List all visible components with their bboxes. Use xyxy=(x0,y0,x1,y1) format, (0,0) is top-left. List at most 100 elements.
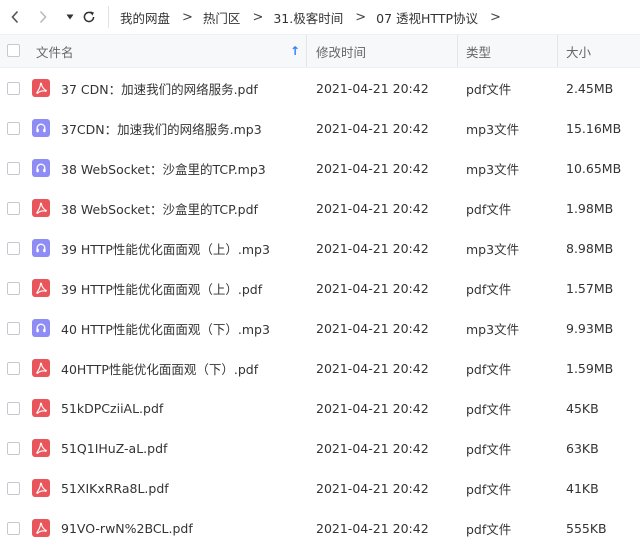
refresh-button[interactable] xyxy=(80,8,98,26)
file-list-header: 文件名 ↑ 修改时间 类型 大小 xyxy=(0,34,640,68)
audio-file-icon xyxy=(32,239,50,257)
file-modified-time: 2021-04-21 20:42 xyxy=(316,120,429,136)
column-divider[interactable] xyxy=(306,35,307,67)
row-checkbox[interactable] xyxy=(7,242,20,255)
forward-button[interactable] xyxy=(34,8,52,26)
column-header-modified[interactable]: 修改时间 xyxy=(316,35,366,67)
pdf-file-icon xyxy=(32,79,50,97)
file-modified-time: 2021-04-21 20:42 xyxy=(316,320,429,336)
breadcrumb-separator: > xyxy=(252,9,264,25)
file-modified-time: 2021-04-21 20:42 xyxy=(316,400,429,416)
row-checkbox[interactable] xyxy=(7,482,20,495)
file-name[interactable]: 40 HTTP性能优化面面观（下）.mp3 xyxy=(61,308,270,348)
file-name[interactable]: 51Q1IHuZ-aL.pdf xyxy=(61,428,167,468)
file-row[interactable]: 38 WebSocket：沙盒里的TCP.pdf 2021-04-21 20:4… xyxy=(0,188,640,228)
pdf-glyph-icon xyxy=(36,202,47,214)
file-size: 8.98MB xyxy=(566,240,614,256)
headphones-icon xyxy=(36,123,46,133)
file-size: 10.65MB xyxy=(566,160,622,176)
audio-file-icon xyxy=(32,319,50,337)
column-header-type[interactable]: 类型 xyxy=(466,35,491,67)
audio-file-icon xyxy=(32,119,50,137)
file-row[interactable]: 39 HTTP性能优化面面观（上）.mp3 2021-04-21 20:42 m… xyxy=(0,228,640,268)
select-all-checkbox[interactable] xyxy=(7,44,20,57)
toolbar-divider xyxy=(108,6,109,28)
toolbar: 我的网盘 > 热门区 > 31.极客时间 > 07 透视HTTP协议 > xyxy=(0,0,640,34)
column-header-type-label: 类型 xyxy=(466,44,492,60)
breadcrumb-item-geektime[interactable]: 31.极客时间 xyxy=(273,8,343,27)
file-type: pdf文件 xyxy=(466,361,512,377)
row-checkbox[interactable] xyxy=(7,122,20,135)
pdf-file-icon xyxy=(32,519,50,537)
file-name[interactable]: 38 WebSocket：沙盒里的TCP.mp3 xyxy=(61,148,266,188)
breadcrumb-separator: > xyxy=(490,9,501,25)
file-size: 1.59MB xyxy=(566,360,614,376)
row-checkbox[interactable] xyxy=(7,402,20,415)
file-name[interactable]: 40HTTP性能优化面面观（下）.pdf xyxy=(61,348,258,388)
row-checkbox[interactable] xyxy=(7,202,20,215)
breadcrumb: 我的网盘 > 热门区 > 31.极客时间 > 07 透视HTTP协议 > xyxy=(120,0,511,34)
sort-ascending-icon[interactable]: ↑ xyxy=(290,35,300,67)
column-header-name-label: 文件名 xyxy=(36,44,74,60)
file-name[interactable]: 37 CDN：加速我们的网络服务.pdf xyxy=(61,68,258,108)
headphones-icon xyxy=(36,163,46,173)
file-row[interactable]: 51Q1IHuZ-aL.pdf 2021-04-21 20:42 pdf文件 6… xyxy=(0,428,640,468)
file-name[interactable]: 37CDN：加速我们的网络服务.mp3 xyxy=(61,108,262,148)
pdf-file-icon xyxy=(32,399,50,417)
file-size: 41KB xyxy=(566,480,599,496)
row-checkbox[interactable] xyxy=(7,522,20,535)
file-modified-time: 2021-04-21 20:42 xyxy=(316,80,429,96)
file-modified-time: 2021-04-21 20:42 xyxy=(316,520,429,536)
chevron-right-icon xyxy=(39,10,47,24)
file-type: mp3文件 xyxy=(466,241,520,257)
file-type: mp3文件 xyxy=(466,321,520,337)
history-dropdown-button[interactable] xyxy=(61,8,79,26)
row-checkbox[interactable] xyxy=(7,322,20,335)
pdf-file-icon xyxy=(32,439,50,457)
file-modified-time: 2021-04-21 20:42 xyxy=(316,240,429,256)
file-size: 15.16MB xyxy=(566,120,622,136)
row-checkbox[interactable] xyxy=(7,282,20,295)
row-checkbox[interactable] xyxy=(7,162,20,175)
column-header-size-label: 大小 xyxy=(566,44,592,60)
file-name[interactable]: 51XIKxRRa8L.pdf xyxy=(61,468,169,508)
file-row[interactable]: 38 WebSocket：沙盒里的TCP.mp3 2021-04-21 20:4… xyxy=(0,148,640,188)
file-type: pdf文件 xyxy=(466,481,512,497)
file-name[interactable]: 39 HTTP性能优化面面观（上）.pdf xyxy=(61,268,262,308)
file-size: 9.93MB xyxy=(566,320,614,336)
breadcrumb-item-my-drive[interactable]: 我的网盘 xyxy=(120,8,170,27)
file-row[interactable]: 39 HTTP性能优化面面观（上）.pdf 2021-04-21 20:42 p… xyxy=(0,268,640,308)
file-name[interactable]: 38 WebSocket：沙盒里的TCP.pdf xyxy=(61,188,258,228)
row-checkbox[interactable] xyxy=(7,362,20,375)
file-row[interactable]: 51kDPCziiAL.pdf 2021-04-21 20:42 pdf文件 4… xyxy=(0,388,640,428)
file-name[interactable]: 39 HTTP性能优化面面观（上）.mp3 xyxy=(61,228,270,268)
file-size: 555KB xyxy=(566,520,607,536)
column-header-name[interactable]: 文件名 xyxy=(36,35,74,67)
row-checkbox[interactable] xyxy=(7,442,20,455)
chevron-left-icon xyxy=(11,10,19,24)
column-header-size[interactable]: 大小 xyxy=(566,35,591,67)
breadcrumb-separator: > xyxy=(182,9,193,25)
pdf-file-icon xyxy=(32,359,50,377)
back-button[interactable] xyxy=(6,8,24,26)
file-row[interactable]: 37CDN：加速我们的网络服务.mp3 2021-04-21 20:42 mp3… xyxy=(0,108,640,148)
row-checkbox[interactable] xyxy=(7,82,20,95)
breadcrumb-item-current-folder[interactable]: 07 透视HTTP协议 xyxy=(376,8,478,27)
caret-down-icon xyxy=(66,14,74,20)
file-row[interactable]: 91VO-rwN%2BCL.pdf 2021-04-21 20:42 pdf文件… xyxy=(0,508,640,548)
file-row[interactable]: 40HTTP性能优化面面观（下）.pdf 2021-04-21 20:42 pd… xyxy=(0,348,640,388)
file-row[interactable]: 40 HTTP性能优化面面观（下）.mp3 2021-04-21 20:42 m… xyxy=(0,308,640,348)
file-name[interactable]: 51kDPCziiAL.pdf xyxy=(61,388,163,428)
column-divider[interactable] xyxy=(557,35,558,67)
file-modified-time: 2021-04-21 20:42 xyxy=(316,280,429,296)
file-size: 45KB xyxy=(566,400,599,416)
column-divider[interactable] xyxy=(457,35,458,67)
file-row[interactable]: 37 CDN：加速我们的网络服务.pdf 2021-04-21 20:42 pd… xyxy=(0,68,640,108)
breadcrumb-item-hot-area[interactable]: 热门区 xyxy=(203,8,241,27)
file-list: 37 CDN：加速我们的网络服务.pdf 2021-04-21 20:42 pd… xyxy=(0,68,640,548)
headphones-icon xyxy=(36,323,46,333)
file-row[interactable]: 51XIKxRRa8L.pdf 2021-04-21 20:42 pdf文件 4… xyxy=(0,468,640,508)
file-name[interactable]: 91VO-rwN%2BCL.pdf xyxy=(61,508,193,548)
pdf-glyph-icon xyxy=(36,282,47,294)
audio-file-icon xyxy=(32,159,50,177)
